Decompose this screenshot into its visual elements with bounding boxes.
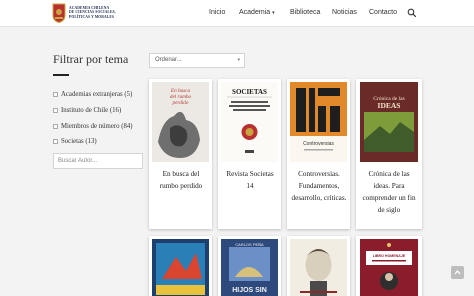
book-card[interactable]: SOCIETAS Revista Societas 14 (218, 79, 281, 229)
book-title[interactable]: Controversias. Fundamentos, desarrollo, … (291, 168, 347, 204)
book-cover[interactable] (290, 239, 347, 296)
book-title[interactable]: Crónica de las ideas. Para comprender un… (361, 168, 417, 216)
svg-text:SOCIETAS: SOCIETAS (232, 88, 267, 96)
book-cover[interactable]: Crónica de las IDEAS (360, 82, 418, 162)
scroll-to-top-button[interactable] (451, 266, 464, 279)
logo-line: POLÍTICAS Y MORALES (69, 14, 115, 19)
nav-item-inicio[interactable]: Inicio (209, 9, 225, 16)
book-cover[interactable]: Controversias (290, 82, 347, 162)
filter-label: Instituto de Chile (16) (61, 107, 122, 114)
logo-text: ACADEMIA CHILENA DE CIENCIAS SOCIALES, P… (69, 6, 116, 19)
svg-text:Controversias: Controversias (303, 141, 334, 147)
checkbox[interactable] (53, 91, 58, 97)
checkbox[interactable] (53, 123, 58, 129)
filter-item[interactable]: Academias extranjeras (5) (53, 91, 132, 101)
site-logo[interactable]: ACADEMIA CHILENA DE CIENCIAS SOCIALES, P… (52, 3, 172, 24)
checkbox[interactable] (53, 107, 58, 113)
filter-item[interactable]: Societas (13) (53, 138, 97, 148)
book-cover[interactable]: CARLOS PEÑA HIJOS SIN (221, 239, 278, 296)
logo-line: DE CIENCIAS SOCIALES, (69, 10, 116, 15)
book-card[interactable]: Crónica de las IDEAS Crónica de las idea… (356, 79, 422, 229)
svg-text:CARLOS PEÑA: CARLOS PEÑA (235, 242, 264, 247)
search-icon[interactable] (407, 8, 417, 18)
chevron-down-icon: ▾ (237, 57, 240, 63)
filter-item[interactable]: Miembros de número (84) (53, 123, 133, 133)
svg-text:IDEAS: IDEAS (378, 101, 401, 110)
site-header: ACADEMIA CHILENA DE CIENCIAS SOCIALES, P… (0, 0, 474, 27)
book-card[interactable]: CARLOS PEÑA HIJOS SIN (218, 236, 281, 296)
nav-item-biblioteca[interactable]: Biblioteca (290, 9, 320, 16)
book-card[interactable]: En busca del rumbo perdido En busca del … (149, 79, 212, 229)
book-cover[interactable]: SOCIETAS (221, 82, 278, 162)
book-cover[interactable]: En busca del rumbo perdido (152, 82, 209, 162)
chevron-down-icon: ▾ (272, 10, 275, 16)
book-card[interactable]: LIBRO HOMENAJE (356, 236, 422, 296)
nav-item-noticias[interactable]: Noticias (332, 9, 357, 16)
filter-item[interactable]: Instituto de Chile (16) (53, 107, 121, 117)
book-card[interactable] (149, 236, 212, 296)
author-search-input[interactable]: Buscar Autor... (53, 153, 143, 169)
svg-text:LIBRO HOMENAJE: LIBRO HOMENAJE (373, 254, 406, 258)
crest-icon (52, 3, 66, 23)
book-title[interactable]: En busca del rumbo perdido (153, 168, 209, 192)
nav-item-academia[interactable]: Academia ▾ (239, 9, 275, 16)
filter-label: Academias extranjeras (5) (61, 91, 133, 98)
nav-item-contacto[interactable]: Contacto (369, 9, 397, 16)
chevron-up-icon (454, 269, 461, 275)
sort-select[interactable]: Ordenar... ▾ (149, 53, 245, 68)
book-card[interactable]: Controversias Controversias. Fundamentos… (287, 79, 350, 229)
title-underline (53, 74, 69, 76)
filter-label: Miembros de número (84) (61, 123, 133, 130)
svg-text:HIJOS SIN: HIJOS SIN (232, 287, 267, 294)
nav-item-label: Academia (239, 9, 271, 16)
checkbox[interactable] (53, 138, 58, 144)
svg-text:perdido: perdido (172, 100, 189, 106)
filter-label: Societas (13) (61, 138, 97, 145)
book-cover[interactable] (152, 239, 209, 296)
sort-placeholder: Ordenar... (155, 57, 182, 63)
book-card[interactable] (287, 236, 350, 296)
book-cover[interactable]: LIBRO HOMENAJE (360, 239, 418, 296)
filter-title: Filtrar por tema (53, 52, 129, 66)
book-title[interactable]: Revista Societas 14 (222, 168, 278, 192)
